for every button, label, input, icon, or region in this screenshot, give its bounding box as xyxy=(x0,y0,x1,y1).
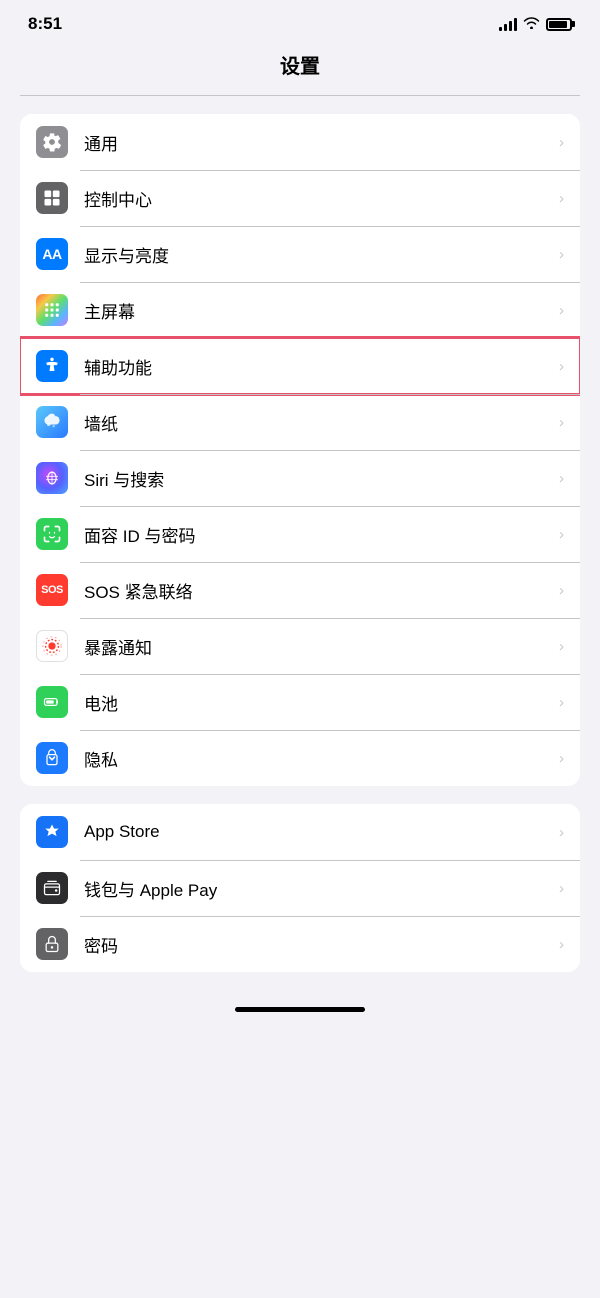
sos-icon: SOS xyxy=(36,574,68,606)
kongzhi-label: 控制中心 xyxy=(84,186,559,211)
page-title: 设置 xyxy=(0,50,600,79)
settings-item-dianci[interactable]: 电池 › xyxy=(20,674,580,730)
wallet-icon xyxy=(36,872,68,904)
status-time: 8:51 xyxy=(28,14,62,34)
battery-icon xyxy=(546,18,572,31)
chevron-icon: › xyxy=(559,582,564,599)
settings-item-appstore[interactable]: App Store › xyxy=(20,804,580,860)
settings-group-1: 通用 › 控制中心 › AA 显示与亮度 › xyxy=(20,114,580,786)
fuzhu-label: 辅助功能 xyxy=(84,354,559,379)
gear-icon xyxy=(36,126,68,158)
settings-item-siri[interactable]: Siri 与搜索 › xyxy=(20,450,580,506)
homescreen-icon xyxy=(36,294,68,326)
sos-label: SOS 紧急联络 xyxy=(84,578,559,603)
chevron-icon: › xyxy=(559,750,564,767)
dianci-label: 电池 xyxy=(84,690,559,715)
chevron-icon: › xyxy=(559,936,564,953)
wallet-label: 钱包与 Apple Pay xyxy=(84,876,559,901)
signal-icon xyxy=(499,17,517,31)
faceid-icon xyxy=(36,518,68,550)
wifi-icon xyxy=(523,16,540,32)
settings-item-fuzhu[interactable]: 辅助功能 › xyxy=(20,338,580,394)
chevron-icon: › xyxy=(559,302,564,319)
chevron-icon: › xyxy=(559,526,564,543)
settings-item-qiangzhi[interactable]: 墙纸 › xyxy=(20,394,580,450)
appstore-icon xyxy=(36,816,68,848)
settings-item-zhupingmu[interactable]: 主屏幕 › xyxy=(20,282,580,338)
chevron-icon: › xyxy=(559,694,564,711)
faceid-label: 面容 ID 与密码 xyxy=(84,522,559,547)
chevron-icon: › xyxy=(559,134,564,151)
qiangzhi-label: 墙纸 xyxy=(84,410,559,435)
wallpaper-icon xyxy=(36,406,68,438)
status-bar: 8:51 xyxy=(0,0,600,42)
settings-item-yinsi[interactable]: 隐私 › xyxy=(20,730,580,786)
xianshi-label: 显示与亮度 xyxy=(84,242,559,267)
yinsi-label: 隐私 xyxy=(84,746,559,771)
home-indicator-area xyxy=(0,990,600,1020)
battery-settings-icon xyxy=(36,686,68,718)
chevron-icon: › xyxy=(559,638,564,655)
zhupingmu-label: 主屏幕 xyxy=(84,298,559,323)
home-bar xyxy=(235,1007,365,1012)
chevron-icon: › xyxy=(559,190,564,207)
chevron-icon: › xyxy=(559,246,564,263)
settings-item-sos[interactable]: SOS SOS 紧急联络 › xyxy=(20,562,580,618)
accessibility-icon xyxy=(36,350,68,382)
chevron-icon: › xyxy=(559,358,564,375)
display-icon: AA xyxy=(36,238,68,270)
chevron-icon: › xyxy=(559,880,564,897)
settings-group-2: App Store › 钱包与 Apple Pay › 密码 › xyxy=(20,804,580,972)
baolu-label: 暴露通知 xyxy=(84,634,559,659)
mima-label: 密码 xyxy=(84,932,559,957)
siri-label: Siri 与搜索 xyxy=(84,466,559,491)
password-icon xyxy=(36,928,68,960)
tongyong-label: 通用 xyxy=(84,130,559,155)
exposure-icon xyxy=(36,630,68,662)
settings-item-kongzhi[interactable]: 控制中心 › xyxy=(20,170,580,226)
settings-item-faceid[interactable]: 面容 ID 与密码 › xyxy=(20,506,580,562)
settings-item-mima[interactable]: 密码 › xyxy=(20,916,580,972)
settings-item-tongyong[interactable]: 通用 › xyxy=(20,114,580,170)
chevron-icon: › xyxy=(559,470,564,487)
status-icons xyxy=(499,16,572,32)
privacy-icon xyxy=(36,742,68,774)
siri-icon xyxy=(36,462,68,494)
chevron-icon: › xyxy=(559,414,564,431)
section-divider xyxy=(20,95,580,96)
settings-item-baolu[interactable]: 暴露通知 › xyxy=(20,618,580,674)
settings-item-xianshi[interactable]: AA 显示与亮度 › xyxy=(20,226,580,282)
appstore-label: App Store xyxy=(84,822,559,842)
chevron-icon: › xyxy=(559,824,564,841)
controls-icon xyxy=(36,182,68,214)
settings-item-wallet[interactable]: 钱包与 Apple Pay › xyxy=(20,860,580,916)
page-title-container: 设置 xyxy=(0,42,600,95)
